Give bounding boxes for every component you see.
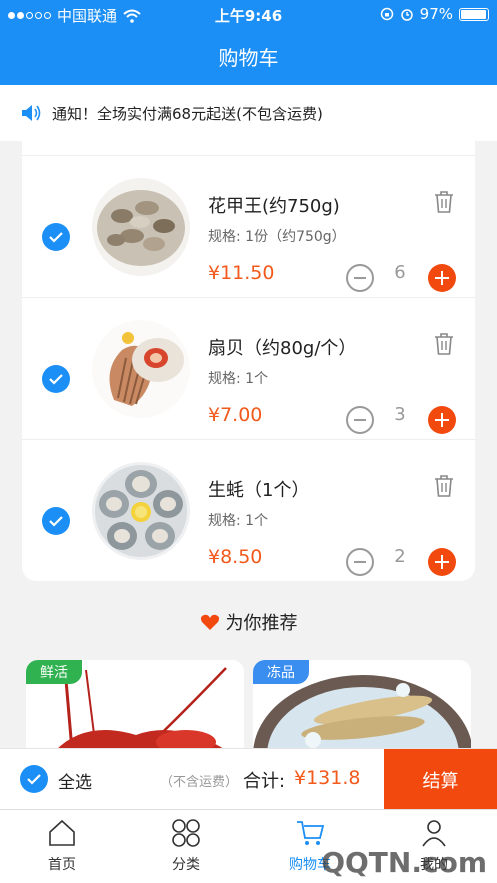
increase-button[interactable]: [428, 406, 456, 434]
shipping-note: （不含运费）: [160, 775, 239, 790]
product-spec: 规格: 1个: [208, 371, 269, 387]
tab-bar: 首页 分类 购物车 我的 QQTN.com: [0, 809, 497, 883]
rotation-lock-icon: [380, 7, 393, 21]
tab-label: 首页: [48, 857, 76, 873]
tab-category[interactable]: 分类: [136, 818, 236, 874]
tab-label: 分类: [172, 857, 200, 873]
item-checkbox[interactable]: [42, 507, 70, 535]
decrease-button[interactable]: [346, 406, 374, 434]
page-title: 购物车: [218, 46, 279, 70]
recommend-card-fresh[interactable]: 鲜活: [26, 660, 244, 750]
status-bar: 中国联通 上午9:46 97%: [0, 0, 497, 28]
trash-icon[interactable]: [433, 474, 455, 498]
battery-icon: [459, 7, 489, 21]
product-image-oyster[interactable]: [92, 462, 190, 560]
category-icon: [172, 819, 200, 847]
user-icon: [422, 820, 446, 847]
fresh-tag: 鲜活: [26, 660, 82, 684]
quantity-value: 6: [394, 262, 406, 283]
cart-item: 扇贝（约80g/个） 规格: 1个 ¥7.00 3: [22, 297, 475, 439]
cart-item: 花甲王(约750g) 规格: 1份（约750g） ¥11.50 6: [22, 155, 475, 297]
increase-button[interactable]: [428, 264, 456, 292]
product-image-scallop[interactable]: [92, 320, 190, 418]
product-price: ¥11.50: [208, 262, 275, 284]
select-all-checkbox[interactable]: [20, 765, 48, 793]
speaker-icon: [22, 105, 41, 121]
watermark: QQTN.com: [321, 846, 487, 879]
alarm-icon: [400, 9, 413, 21]
trash-icon[interactable]: [433, 190, 455, 214]
trash-icon[interactable]: [433, 332, 455, 356]
top-bar: 中国联通 上午9:46 97% 购物车: [0, 0, 497, 85]
battery-percent: 97%: [419, 5, 453, 23]
quantity-value: 2: [394, 546, 406, 567]
product-spec: 规格: 1份（约750g）: [208, 229, 346, 245]
recommend-heading: 为你推荐: [0, 609, 497, 635]
item-checkbox[interactable]: [42, 223, 70, 251]
decrease-button[interactable]: [346, 264, 374, 292]
product-name[interactable]: 生蚝（1个）: [208, 476, 309, 502]
heart-icon: [200, 614, 219, 630]
cart-list: 花甲王(约750g) 规格: 1份（约750g） ¥11.50 6 扇贝（约80…: [22, 141, 475, 581]
frozen-tag: 冻品: [253, 660, 309, 684]
checkout-button[interactable]: 结算: [384, 749, 497, 810]
cart-icon: [297, 821, 325, 845]
total-amount: ¥131.8: [294, 767, 361, 789]
select-all-label[interactable]: 全选: [58, 768, 92, 793]
product-name[interactable]: 花甲王(约750g): [208, 192, 340, 218]
quantity-value: 3: [394, 404, 406, 425]
recommend-title: 为你推荐: [225, 613, 298, 634]
notice-text: 通知！全场实付满68元起送(不包含运费): [52, 104, 323, 123]
tab-home[interactable]: 首页: [12, 818, 112, 874]
product-spec: 规格: 1个: [208, 513, 269, 529]
checkout-bar: 全选 （不含运费） 合计: ¥131.8 结算: [0, 748, 497, 810]
decrease-button[interactable]: [346, 548, 374, 576]
product-price: ¥8.50: [208, 546, 263, 568]
notice-bar: 通知！全场实付满68元起送(不包含运费): [0, 85, 497, 141]
product-price: ¥7.00: [208, 404, 263, 426]
product-name[interactable]: 扇贝（约80g/个）: [208, 334, 356, 360]
item-checkbox[interactable]: [42, 365, 70, 393]
recommend-card-frozen[interactable]: 冻品: [253, 660, 471, 750]
increase-button[interactable]: [428, 548, 456, 576]
cart-item: 生蚝（1个） 规格: 1个 ¥8.50 2: [22, 439, 475, 581]
total-label: 合计:: [243, 771, 286, 792]
home-icon: [49, 819, 75, 846]
product-image-clams[interactable]: [92, 178, 190, 276]
